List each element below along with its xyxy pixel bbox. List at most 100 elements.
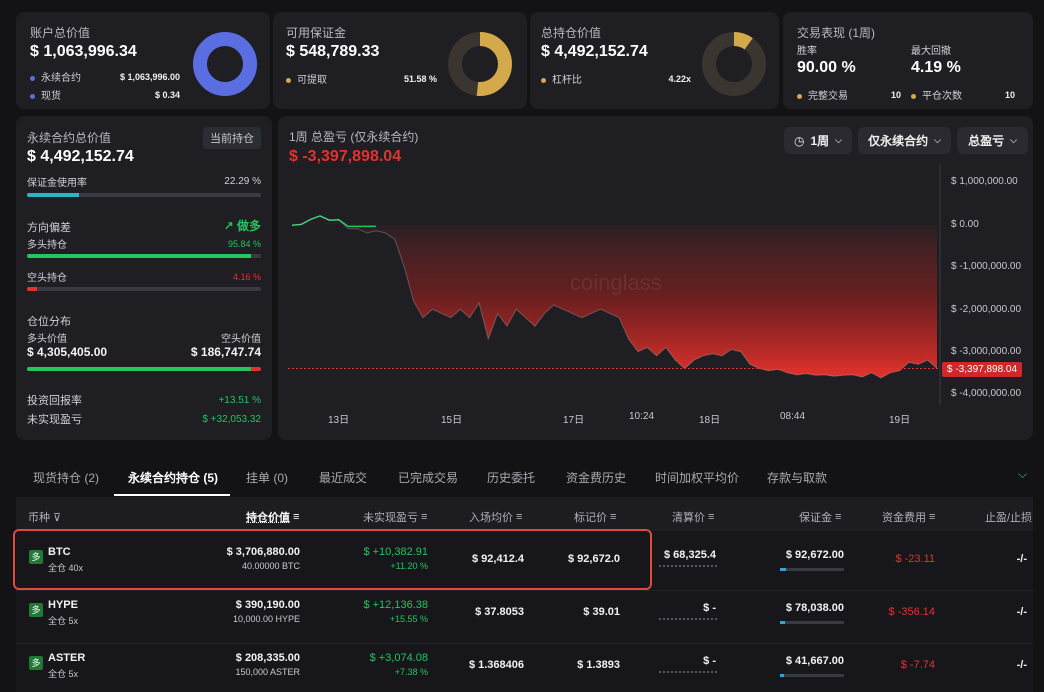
tab-spot-holdings[interactable]: 现货持仓 (2) <box>33 469 99 486</box>
sort-icon[interactable]: ≡ <box>835 511 841 523</box>
sort-icon[interactable]: ≡ <box>293 511 299 523</box>
position-value: $ 390,190.00 <box>235 599 300 611</box>
coin-symbol[interactable]: HYPE <box>48 599 78 611</box>
sort-icon[interactable]: ≡ <box>929 511 935 523</box>
metric-dropdown[interactable]: 总盈亏 ⌵ <box>957 127 1028 154</box>
distribution-labels: 多头价值 空头价值 <box>27 330 261 345</box>
max-drawdown-value: 4.19 % <box>911 59 961 76</box>
leverage-label: 杠杆比 <box>552 75 582 86</box>
winrate-label: 胜率 <box>797 46 817 57</box>
leverage-row: 杠杆比 4.22x <box>541 71 691 86</box>
pnl-area <box>292 215 937 378</box>
trading-performance-card: 交易表现 (1周) 胜率 90.00 % 最大回撤 4.19 % 完整交易 10… <box>783 12 1033 109</box>
completed-trades-value: 10 <box>890 89 901 100</box>
margin-usage-bar <box>27 193 261 197</box>
short-position-row: 空头持仓 4.16 % <box>27 269 261 285</box>
short-label: 空头持仓 <box>27 273 67 284</box>
col-funding[interactable]: 资金费用 ≡ <box>882 509 935 525</box>
gold-dot-icon <box>541 77 546 83</box>
perp-row: 永续合约 $ 1,063,996.00 现货 $ 0.34 <box>30 69 180 102</box>
distribution-values: $ 4,305,405.00 $ 186,747.74 <box>27 345 261 359</box>
scope-value: 仅永续合约 <box>868 134 929 148</box>
available-margin-value: $ 548,789.33 <box>286 43 380 60</box>
margin-usage-row: 保证金使用率 22.29 % <box>27 174 261 189</box>
tpsl-value[interactable]: -/- <box>1017 553 1027 565</box>
liquidation-price: $ - <box>703 602 716 614</box>
x-tick-label: 17日 <box>563 415 585 426</box>
blue-dot-icon <box>30 93 35 99</box>
sort-icon[interactable]: ≡ <box>708 511 714 523</box>
tab-completed-trades[interactable]: 已完成交易 <box>398 469 458 486</box>
table-header <box>16 497 1033 531</box>
tab-funding-history[interactable]: 资金费历史 <box>566 469 626 486</box>
col-position-value[interactable]: 持仓价值 ≡ <box>246 509 299 525</box>
available-margin-title: 可用保证金 <box>286 26 347 40</box>
winrate-value: 90.00 % <box>797 59 856 76</box>
period-value: 1周 <box>810 134 830 148</box>
direction-bias-value: ↗ 做多 <box>223 219 261 233</box>
liquidation-price: $ - <box>703 655 716 667</box>
gold-dot-icon <box>797 93 802 99</box>
sort-icon[interactable]: ≡ <box>516 511 522 523</box>
performance-title: 交易表现 (1周) <box>797 26 876 40</box>
sort-icon[interactable]: ≡ <box>421 511 427 523</box>
completed-trades-row: 完整交易 10 <box>797 87 901 102</box>
margin-mode: 全仓 5x <box>48 669 79 679</box>
close-count-label: 平仓次数 <box>922 91 962 102</box>
funding-fee: $ -356.14 <box>888 606 935 618</box>
x-tick-label: 13日 <box>328 415 350 426</box>
tab-open-orders[interactable]: 挂单 (0) <box>246 469 288 486</box>
filter-icon[interactable]: ⊽ <box>53 511 61 524</box>
unrealized-pnl-pct: +15.55 % <box>389 614 428 624</box>
tab-perp-positions[interactable]: 永续合约持仓 (5) <box>128 469 218 486</box>
unrealized-pnl-label: 未实现盈亏 <box>27 414 82 426</box>
tpsl-value[interactable]: -/- <box>1017 659 1027 671</box>
unrealized-pnl: $ +3,074.08 <box>369 652 428 664</box>
position-size: 10,000.00 HYPE <box>232 614 300 624</box>
liquidation-price: $ 68,325.4 <box>664 549 716 561</box>
pnl-chart-title: 1周 总盈亏 (仅永续合约) <box>289 130 419 144</box>
y-tick-label: $ -1,000,000.00 <box>951 261 1022 272</box>
tab-recent-fills[interactable]: 最近成交 <box>319 469 367 486</box>
gold-dot-icon <box>911 93 916 99</box>
scope-dropdown[interactable]: 仅永续合约 ⌵ <box>858 127 951 154</box>
y-tick-label: $ -3,000,000.00 <box>951 346 1022 357</box>
period-dropdown[interactable]: ◷ 1周 ⌵ <box>784 127 852 154</box>
highlight-box <box>13 529 652 590</box>
tab-order-history[interactable]: 历史委托 <box>487 469 535 486</box>
account-donut <box>193 32 257 96</box>
col-margin[interactable]: 保证金 ≡ <box>799 509 841 525</box>
margin-donut <box>448 32 512 96</box>
col-entry-price[interactable]: 入场均价 ≡ <box>469 509 522 525</box>
account-value: $ 1,063,996.34 <box>30 43 137 60</box>
collapse-chevron-icon[interactable]: ⌵ <box>1018 467 1027 482</box>
short-total-value: $ 186,747.74 <box>190 345 261 359</box>
col-unrealized-pnl[interactable]: 未实现盈亏 ≡ <box>363 509 427 525</box>
long-position-row: 多头持仓 95.84 % <box>27 236 261 252</box>
unrealized-pnl: $ +12,136.38 <box>363 599 428 611</box>
trend-up-icon: ↗ <box>223 219 234 233</box>
current-positions-badge[interactable]: 当前持仓 <box>203 127 261 149</box>
liq-dashes <box>659 671 717 673</box>
x-tick-label: 08:44 <box>780 411 806 422</box>
withdrawable-label: 可提取 <box>297 75 327 86</box>
x-tick-label: 18日 <box>699 415 721 426</box>
entry-price: $ 1.368406 <box>468 659 524 671</box>
current-value-label: $ -3,397,898.04 <box>947 364 1018 375</box>
long-value-label: 多头价值 <box>27 334 67 345</box>
y-tick-label: $ -4,000,000.00 <box>951 388 1022 399</box>
tab-twap[interactable]: 时间加权平均价 <box>655 469 739 486</box>
coin-symbol[interactable]: ASTER <box>48 652 85 664</box>
margin-bar <box>780 674 844 677</box>
position-value-title: 总持仓价值 <box>541 26 602 40</box>
col-mark-price[interactable]: 标记价 ≡ <box>574 509 616 525</box>
tab-deposits-withdrawals[interactable]: 存款与取款 <box>767 469 827 486</box>
tpsl-value[interactable]: -/- <box>1017 606 1027 618</box>
long-badge-icon: 多 <box>29 656 43 670</box>
col-coin[interactable]: 币种 ⊽ <box>28 509 61 525</box>
sort-icon[interactable]: ≡ <box>610 511 616 523</box>
margin-value: $ 92,672.00 <box>785 549 844 561</box>
funding-fee: $ -7.74 <box>900 659 935 671</box>
col-liq-price[interactable]: 清算价 ≡ <box>672 509 714 525</box>
unrealized-pnl-pct: +7.38 % <box>394 667 428 677</box>
